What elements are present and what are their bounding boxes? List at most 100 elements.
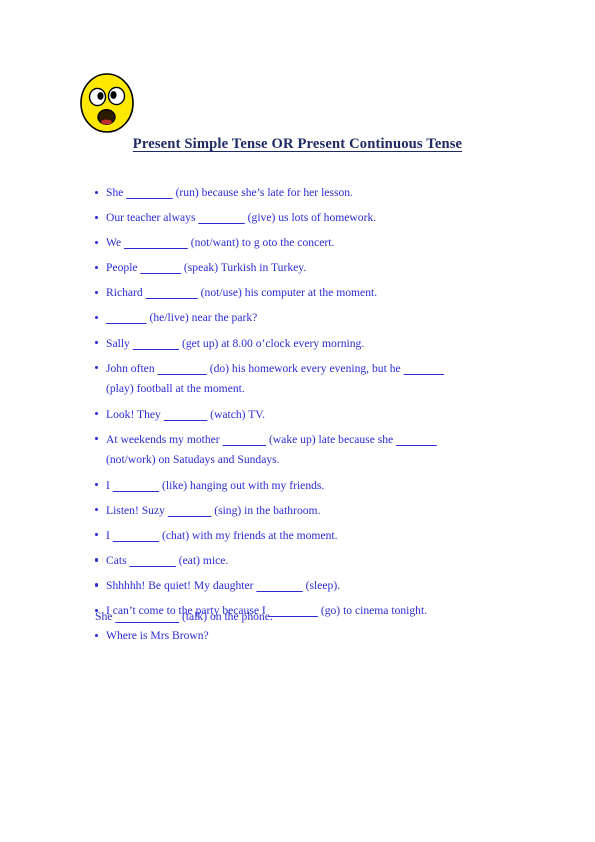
sentence-text: (speak) Turkish in Turkey. (181, 261, 307, 275)
list-item: At weekends my mother (wake up) late bec… (95, 433, 525, 466)
list-item: I (like) hanging out with my friends. (95, 479, 525, 492)
list-item: She (run) because she’s late for her les… (95, 186, 525, 199)
list-item: Listen! Suzy (sing) in the bathroom. (95, 504, 525, 517)
bullet-icon (95, 633, 99, 637)
list-item: Where is Mrs Brown? (95, 629, 525, 642)
bullet-icon (95, 215, 99, 219)
bullet-icon (95, 508, 99, 512)
sentence-text: (sleep). (302, 578, 341, 592)
answer-blank[interactable] (256, 579, 302, 592)
answer-blank[interactable] (113, 529, 159, 542)
sentence-line: People (speak) Turkish in Turkey. (106, 261, 525, 274)
sentence-text: We (106, 236, 125, 250)
sentence-line: (play) football at the moment. (106, 382, 525, 395)
answer-blank[interactable] (396, 433, 437, 446)
sentence-text: Richard (106, 286, 146, 300)
sentence-line: Our teacher always (give) us lots of hom… (106, 211, 525, 224)
sentence-text: Where is Mrs Brown? (106, 629, 209, 643)
answer-blank[interactable] (126, 186, 172, 199)
bullet-icon (95, 240, 99, 244)
answer-blank[interactable] (113, 479, 159, 492)
list-item: Look! They (watch) TV. (95, 408, 525, 421)
sentence-text: Listen! Suzy (106, 503, 168, 517)
list-item: Richard (not/use) his computer at the mo… (95, 286, 525, 299)
sentence-line: I (like) hanging out with my friends. (106, 479, 525, 492)
sentence-text: (like) hanging out with my friends. (159, 478, 325, 492)
sentence-text: (chat) with my friends at the moment. (159, 528, 338, 542)
bullet-icon (95, 265, 99, 269)
sentence-line: At weekends my mother (wake up) late bec… (106, 433, 525, 446)
sentence-text: She (95, 610, 116, 623)
sentence-text: I (106, 478, 113, 492)
answer-blank[interactable] (115, 610, 179, 623)
surprised-smiley-face-icon (78, 70, 138, 136)
bullet-icon (95, 583, 99, 587)
sentence-text: (run) because she’s late for her lesson. (172, 186, 353, 199)
sentence-text: Shhhhh! Be quiet! My daughter (106, 578, 257, 592)
answer-blank[interactable] (223, 433, 266, 446)
sentence-text: (play) football at the moment. (106, 382, 245, 396)
answer-blank[interactable] (168, 504, 211, 517)
sentence-line: Sally (get up) at 8.00 o’clock every mor… (106, 337, 525, 350)
sentence-text: (do) his homework every evening, but he (206, 361, 404, 375)
list-item: I (chat) with my friends at the moment. (95, 529, 525, 542)
worksheet-header: Present Simple Tense OR Present Continuo… (0, 0, 595, 170)
list-item: Sally (get up) at 8.00 o’clock every mor… (95, 337, 525, 350)
list-item: (he/live) near the park? (95, 311, 525, 324)
sentence-line: She (run) because she’s late for her les… (106, 186, 525, 199)
sentence-text: (not/want) to g oto the concert. (187, 236, 335, 250)
list-item: Shhhhh! Be quiet! My daughter (sleep). (95, 579, 525, 592)
answer-blank[interactable] (130, 554, 176, 567)
list-item: John often (do) his homework every eveni… (95, 362, 525, 395)
bullet-icon (95, 533, 99, 537)
list-item: Cats (eat) mice. (95, 554, 525, 567)
answer-blank[interactable] (198, 211, 244, 224)
sentence-line: (he/live) near the park? (106, 311, 525, 324)
answer-blank[interactable] (106, 311, 147, 324)
sentence-text: (he/live) near the park? (146, 311, 258, 325)
sentence-text: (eat) mice. (175, 553, 229, 567)
bullet-icon (95, 483, 99, 487)
answer-blank[interactable] (158, 362, 207, 375)
sentence-text: (watch) TV. (207, 407, 266, 421)
list-item: We (not/want) to g oto the concert. (95, 236, 525, 249)
sentence-text: (not/use) his computer at the moment. (197, 286, 378, 300)
list-item: People (speak) Turkish in Turkey. (95, 261, 525, 274)
answer-blank[interactable] (404, 362, 445, 375)
answer-blank[interactable] (164, 408, 207, 421)
sentence-text: She (106, 186, 127, 199)
list-item: Our teacher always (give) us lots of hom… (95, 211, 525, 224)
sentence-line: I (chat) with my friends at the moment. (106, 529, 525, 542)
bullet-icon (95, 315, 99, 320)
answer-blank[interactable] (146, 286, 198, 299)
sentence-text: I (106, 528, 113, 542)
answer-blank[interactable] (124, 236, 188, 249)
sentence-text: At weekends my mother (106, 432, 223, 446)
answer-blank[interactable] (140, 261, 181, 274)
bullet-icon (95, 437, 99, 441)
bullet-icon (95, 412, 99, 416)
answer-blank[interactable] (133, 337, 179, 350)
sentence-line: Look! They (watch) TV. (106, 408, 525, 421)
sentence-text: (give) us lots of homework. (244, 211, 377, 225)
sentence-text: People (106, 261, 141, 275)
sentence-line: (not/work) on Satudays and Sundays. (106, 453, 525, 466)
sentence-text: Our teacher always (106, 211, 199, 225)
sentence-text: (wake up) late because she (266, 432, 397, 446)
sentence-text: (get up) at 8.00 o’clock every morning. (179, 336, 365, 350)
sentence-line: Cats (eat) mice. (106, 554, 525, 567)
bullet-icon (95, 190, 99, 194)
sentence-text: John often (106, 361, 158, 375)
sentence-line: John often (do) his homework every eveni… (106, 362, 525, 375)
trailing-sentence: She (talk) on the phone. (95, 610, 525, 623)
sentence-line: Richard (not/use) his computer at the mo… (106, 286, 525, 299)
bullet-icon (95, 290, 99, 295)
worksheet-page: Present Simple Tense OR Present Continuo… (0, 0, 595, 842)
sentence-line: Where is Mrs Brown? (106, 629, 525, 642)
sentence-text: (talk) on the phone. (179, 610, 273, 623)
sentence-text: Look! They (106, 407, 164, 421)
sentence-line: We (not/want) to g oto the concert. (106, 236, 525, 249)
bullet-icon (95, 341, 99, 345)
sentence-text: Sally (106, 336, 133, 350)
page-title: Present Simple Tense OR Present Continuo… (132, 136, 463, 152)
